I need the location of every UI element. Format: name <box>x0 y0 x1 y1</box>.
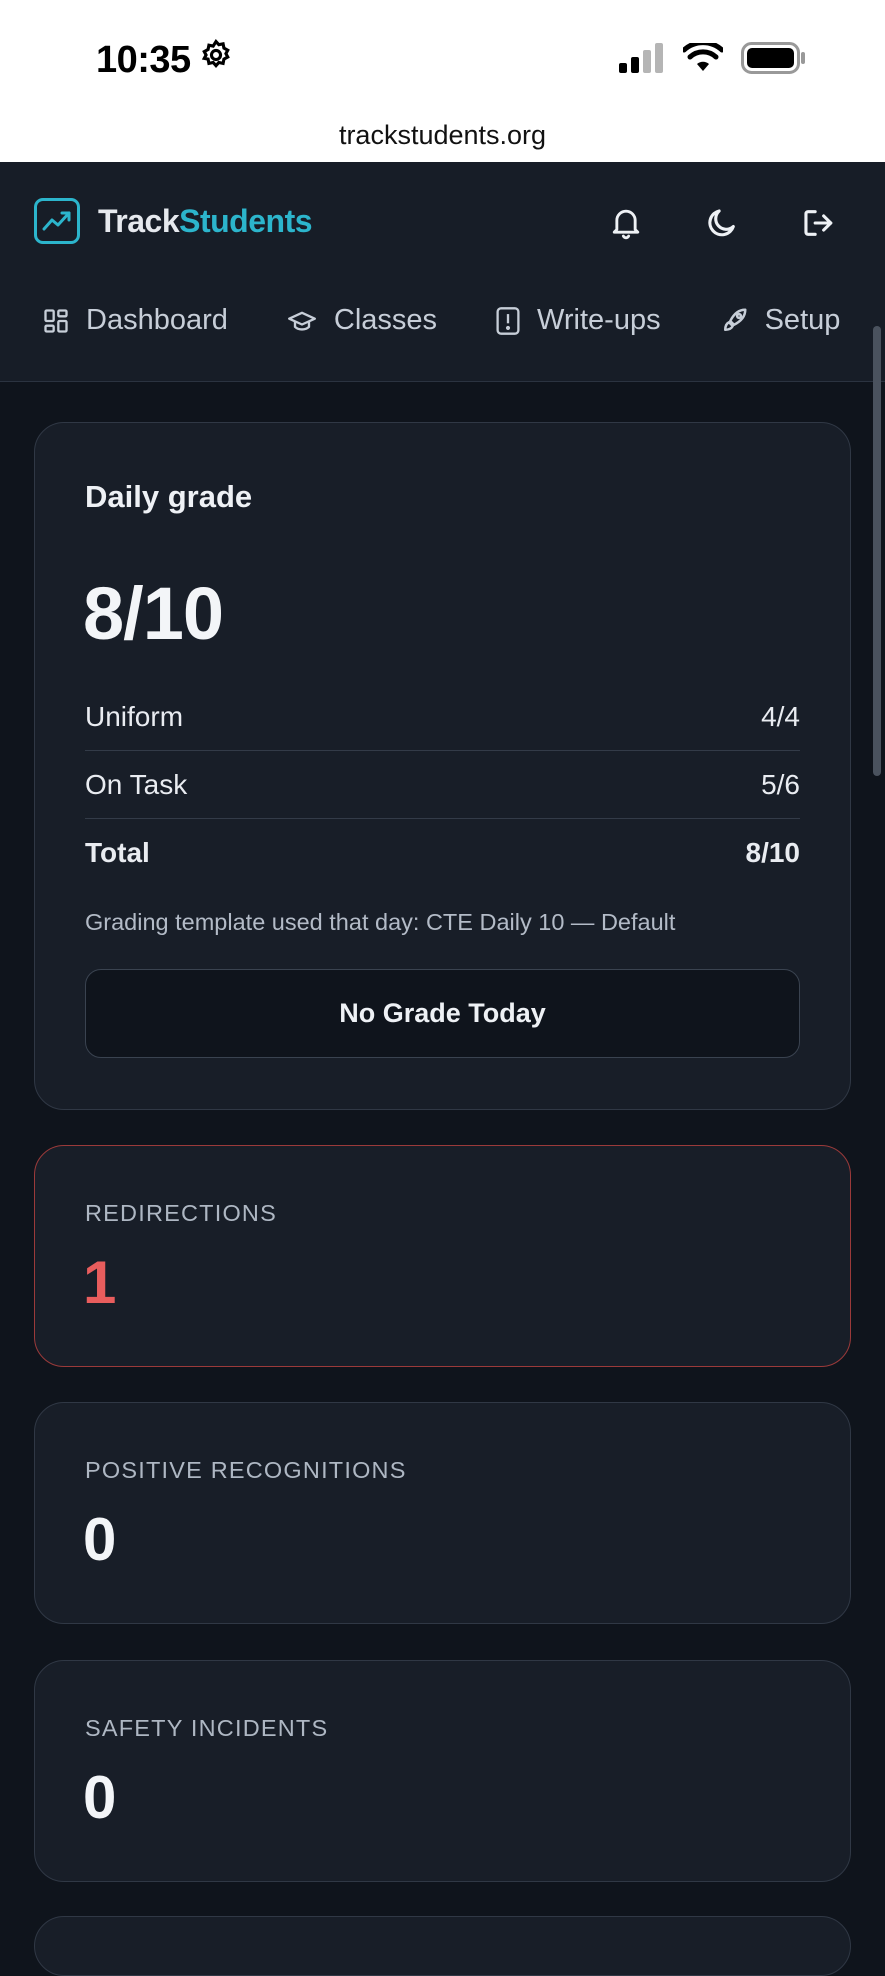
bell-icon[interactable] <box>609 206 643 240</box>
moon-icon[interactable] <box>705 206 739 240</box>
page-scrollbar[interactable] <box>873 326 881 776</box>
grade-row-label: Uniform <box>85 700 184 732</box>
dashboard-grid-icon <box>44 308 68 333</box>
nav-item-writeups[interactable]: Write-ups <box>495 304 661 337</box>
safety-incidents-card: SAFETY INCIDENTS 0 <box>34 1660 851 1882</box>
grade-row-uniform: Uniform 4/4 <box>85 683 800 751</box>
trend-chart-logo-icon <box>34 198 80 244</box>
battery-icon <box>741 42 807 79</box>
nav-item-classes[interactable]: Classes <box>286 304 437 337</box>
wifi-icon <box>681 40 725 78</box>
redirections-label: REDIRECTIONS <box>85 1200 277 1226</box>
logout-icon[interactable] <box>801 206 835 240</box>
grade-row-value: 8/10 <box>745 837 801 868</box>
positive-recognitions-count: 0 <box>83 1506 117 1573</box>
nav-label-setup: Setup <box>764 304 841 336</box>
brand-name: TrackStudents <box>98 202 313 240</box>
grade-row-on-task: On Task 5/6 <box>85 751 800 819</box>
daily-grade-card: Daily grade 8/10 Uniform 4/4 On Task 5/6… <box>34 422 851 1110</box>
positive-recognitions-card: POSITIVE RECOGNITIONS 0 <box>34 1402 851 1624</box>
settings-gear-icon <box>199 38 233 82</box>
no-grade-today-button[interactable]: No Grade Today <box>85 969 800 1058</box>
url-bar[interactable]: trackstudents.org <box>0 110 885 162</box>
brand-name-part2: Students <box>179 202 313 239</box>
grade-row-label: On Task <box>85 768 188 800</box>
main-nav: Dashboard Classes Write-ups Setup <box>42 304 885 337</box>
grade-row-value: 4/4 <box>761 700 800 732</box>
status-time-text: 10:35 <box>96 38 191 81</box>
nav-label-dashboard: Dashboard <box>86 304 228 336</box>
status-time: 10:35 <box>96 38 233 82</box>
rocket-icon <box>723 308 747 331</box>
status-bar: 10:35 <box>0 0 885 110</box>
grade-row-label: Total <box>85 837 150 868</box>
alert-document-icon <box>496 306 520 335</box>
cellular-signal-icon <box>619 43 665 78</box>
redirections-card: REDIRECTIONS 1 <box>34 1145 851 1367</box>
app-header: TrackStudents Dashboard Classes Write-up… <box>0 162 885 382</box>
safety-incidents-count: 0 <box>83 1764 117 1831</box>
brand-name-part1: Track <box>98 202 180 239</box>
safety-incidents-label: SAFETY INCIDENTS <box>85 1715 329 1741</box>
grading-template-note: Grading template used that day: CTE Dail… <box>85 909 676 935</box>
url-text: trackstudents.org <box>338 120 547 150</box>
daily-grade-score: 8/10 <box>83 572 224 655</box>
nav-item-dashboard[interactable]: Dashboard <box>42 304 228 337</box>
positive-recognitions-label: POSITIVE RECOGNITIONS <box>85 1457 407 1483</box>
nav-label-writeups: Write-ups <box>537 304 661 336</box>
graduation-cap-icon <box>287 311 316 331</box>
header-actions <box>609 206 835 240</box>
next-card-peek <box>34 1916 851 1976</box>
grade-breakdown: Uniform 4/4 On Task 5/6 Total 8/10 <box>85 683 800 887</box>
brand[interactable]: TrackStudents <box>34 198 313 244</box>
nav-label-classes: Classes <box>333 304 438 336</box>
redirections-count: 1 <box>83 1249 117 1316</box>
grade-row-total: Total 8/10 <box>85 819 800 887</box>
status-indicators <box>619 40 807 79</box>
nav-item-setup[interactable]: Setup <box>719 304 841 337</box>
daily-grade-title: Daily grade <box>85 479 253 514</box>
grade-row-value: 5/6 <box>761 768 800 800</box>
